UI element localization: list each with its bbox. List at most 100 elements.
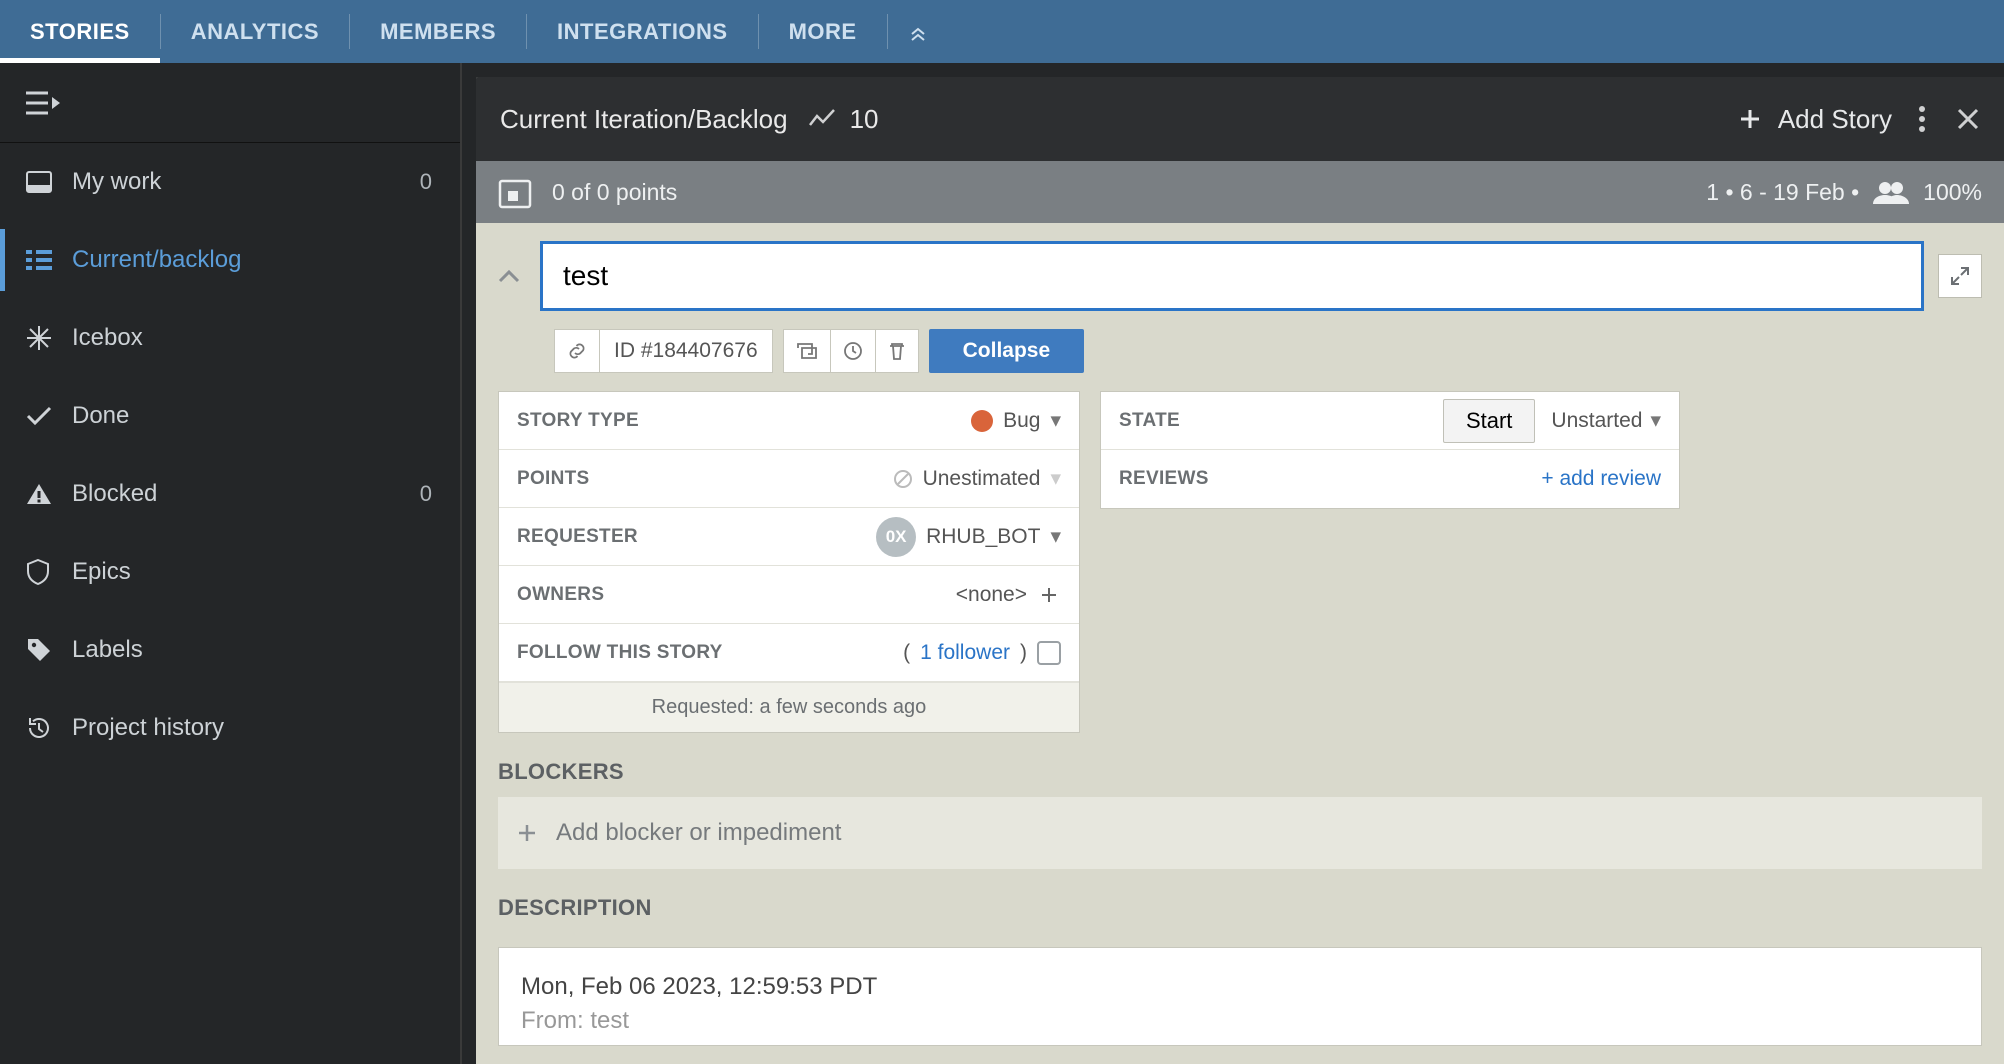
delete-story-button[interactable] <box>876 329 919 373</box>
sidebar-item-label: Blocked <box>72 480 157 508</box>
panel-header: Current Iteration/Backlog 10 Add Story <box>476 77 2004 161</box>
tab-stories[interactable]: STORIES <box>0 0 160 63</box>
capacity-percent: 100% <box>1923 179 1982 206</box>
copy-link-button[interactable] <box>554 329 600 373</box>
label-points: POINTS <box>517 468 590 490</box>
points-value: Unestimated <box>923 467 1041 491</box>
requested-time: Requested: a few seconds ago <box>499 682 1079 732</box>
tab-members[interactable]: MEMBERS <box>350 0 526 63</box>
add-review-link[interactable]: + add review <box>1541 467 1661 491</box>
story-toolbar: ID #184407676 Collapse <box>554 329 1982 373</box>
label-reviews: REVIEWS <box>1119 468 1209 490</box>
avatar: 0X <box>876 517 916 557</box>
history-icon <box>26 715 72 741</box>
state-dropdown[interactable]: Unstarted▾ <box>1551 408 1661 433</box>
sidebar-item-label: Labels <box>72 636 143 664</box>
tab-integrations[interactable]: INTEGRATIONS <box>527 0 758 63</box>
add-blocker-button[interactable]: Add blocker or impediment <box>498 797 1982 869</box>
caret-icon[interactable]: ▾ <box>1050 524 1061 549</box>
start-button[interactable]: Start <box>1443 399 1535 443</box>
row-points[interactable]: POINTS Unestimated ▾ <box>499 450 1079 508</box>
follow-checkbox[interactable] <box>1037 641 1061 665</box>
check-icon <box>26 406 72 426</box>
close-panel-icon[interactable] <box>1956 107 1980 131</box>
row-story-type[interactable]: STORY TYPE Bug ▾ <box>499 392 1079 450</box>
iteration-dates: 1 • 6 - 19 Feb • <box>1706 179 1859 206</box>
panel-menu-icon[interactable] <box>1918 105 1926 133</box>
sidebar-item-my-work[interactable]: My work 0 <box>0 143 460 221</box>
story-type-value: Bug <box>1003 409 1040 433</box>
list-icon <box>26 250 72 270</box>
story-id[interactable]: ID #184407676 <box>600 329 773 373</box>
bug-icon <box>971 410 993 432</box>
requester-value: RHUB_BOT <box>926 525 1040 549</box>
trash-icon <box>888 341 906 361</box>
sidebar-item-label: Epics <box>72 558 131 586</box>
warning-icon <box>26 482 72 506</box>
sidebar-item-label: Current/backlog <box>72 246 241 274</box>
caret-icon[interactable]: ▾ <box>1050 466 1061 491</box>
sidebar-item-labels[interactable]: Labels <box>0 611 460 689</box>
row-owners[interactable]: OWNERS <none> <box>499 566 1079 624</box>
clone-story-button[interactable] <box>783 329 831 373</box>
row-requester[interactable]: REQUESTER 0XRHUB_BOT▾ <box>499 508 1079 566</box>
add-story-button[interactable]: Add Story <box>1738 104 1892 135</box>
label-state: STATE <box>1119 410 1180 432</box>
add-story-label: Add Story <box>1778 104 1892 135</box>
add-owner-button[interactable] <box>1037 583 1061 607</box>
description-line: Mon, Feb 06 2023, 12:59:53 PDT <box>521 970 1959 1004</box>
collapse-nav-icon[interactable] <box>888 0 948 63</box>
row-state: STATE Start Unstarted▾ <box>1101 392 1679 450</box>
shield-icon <box>26 559 72 585</box>
link-icon <box>567 341 587 361</box>
description-box[interactable]: Mon, Feb 06 2023, 12:59:53 PDT From: tes… <box>498 947 1982 1046</box>
sidebar: My work 0 Current/backlog Icebox Done Bl… <box>0 63 462 1064</box>
description-heading: DESCRIPTION <box>476 869 2004 933</box>
sidebar-item-label: Done <box>72 402 129 430</box>
iteration-subbar: 0 of 0 points 1 • 6 - 19 Feb • 100% <box>476 161 2004 223</box>
history-story-button[interactable] <box>831 329 876 373</box>
people-icon[interactable] <box>1873 180 1909 204</box>
plus-icon <box>516 822 538 844</box>
story-editor: ID #184407676 Collapse <box>476 223 2004 373</box>
story-meta-card: STORY TYPE Bug▾ POINTS Unestimated▾ REQU… <box>498 391 1080 733</box>
label-owners: OWNERS <box>517 584 604 606</box>
sidebar-item-count: 0 <box>420 169 432 195</box>
plus-icon <box>1738 107 1762 131</box>
expand-story-icon[interactable] <box>1938 254 1982 298</box>
sidebar-item-project-history[interactable]: Project history <box>0 689 460 767</box>
sidebar-item-blocked[interactable]: Blocked 0 <box>0 455 460 533</box>
owners-value: <none> <box>956 583 1027 607</box>
tab-more[interactable]: MORE <box>759 0 887 63</box>
sidebar-item-done[interactable]: Done <box>0 377 460 455</box>
story-title-input[interactable] <box>540 241 1924 311</box>
iteration-count: 10 <box>850 104 879 135</box>
description-line: From: test <box>521 1004 1959 1038</box>
followers-link[interactable]: 1 follower <box>920 641 1010 665</box>
panel-icon <box>26 171 72 193</box>
collapse-chevron-icon[interactable] <box>498 269 526 283</box>
state-card: STATE Start Unstarted▾ REVIEWS + add rev… <box>1100 391 1680 509</box>
clock-icon <box>843 341 863 361</box>
sidebar-item-label: My work <box>72 168 161 196</box>
label-story-type: STORY TYPE <box>517 410 639 432</box>
top-nav: STORIES ANALYTICS MEMBERS INTEGRATIONS M… <box>0 0 2004 63</box>
collapse-button[interactable]: Collapse <box>929 329 1085 373</box>
sidebar-item-label: Icebox <box>72 324 143 352</box>
sidebar-item-icebox[interactable]: Icebox <box>0 299 460 377</box>
blockers-heading: BLOCKERS <box>476 733 2004 797</box>
row-reviews: REVIEWS + add review <box>1101 450 1679 508</box>
sidebar-item-label: Project history <box>72 714 224 742</box>
add-blocker-label: Add blocker or impediment <box>556 819 841 847</box>
clone-icon <box>796 342 818 360</box>
sidebar-item-epics[interactable]: Epics <box>0 533 460 611</box>
tab-analytics[interactable]: ANALYTICS <box>161 0 349 63</box>
velocity-icon[interactable] <box>808 109 836 129</box>
caret-icon[interactable]: ▾ <box>1050 408 1061 433</box>
sidebar-item-count: 0 <box>420 481 432 507</box>
panel-title: Current Iteration/Backlog <box>500 104 788 135</box>
sidebar-toggle[interactable] <box>0 63 460 143</box>
points-text: 0 of 0 points <box>552 179 677 206</box>
sidebar-item-current-backlog[interactable]: Current/backlog <box>0 221 460 299</box>
calendar-icon[interactable] <box>498 175 532 209</box>
